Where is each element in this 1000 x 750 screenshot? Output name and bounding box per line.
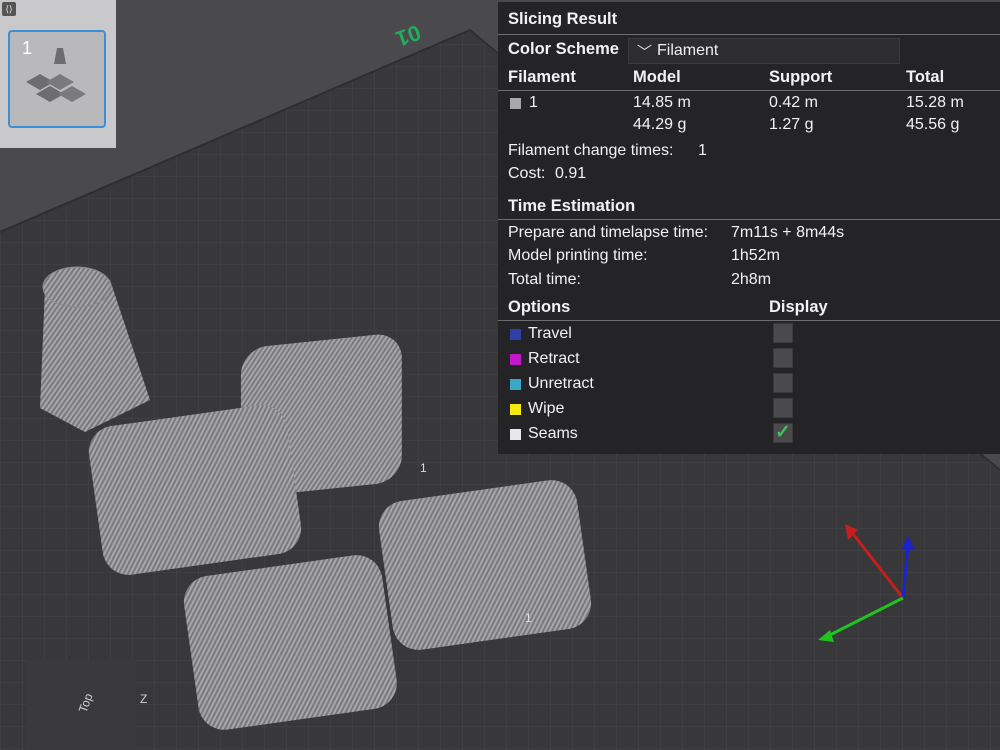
options-title: Options xyxy=(508,298,571,316)
checkmark-icon: ✓ xyxy=(775,422,791,443)
display-title: Display xyxy=(769,298,828,316)
option-seams-label: Seams xyxy=(528,425,578,442)
time-estimation-title: Time Estimation xyxy=(508,197,636,215)
col-filament: Filament xyxy=(508,68,576,86)
model-length: 14.85 m xyxy=(633,94,691,111)
wipe-swatch xyxy=(510,404,521,415)
option-retract-label: Retract xyxy=(528,350,580,367)
total-weight: 45.56 g xyxy=(906,116,960,133)
tile-right xyxy=(378,480,592,650)
total-length: 15.28 m xyxy=(906,94,964,111)
travel-swatch xyxy=(510,329,521,340)
option-wipe-checkbox[interactable] xyxy=(773,398,793,418)
collapse-icon[interactable]: ⟨⟩ xyxy=(2,2,16,16)
plate-thumbnail[interactable]: 1 xyxy=(8,30,106,128)
tile-left xyxy=(88,405,302,575)
option-unretract-checkbox[interactable] xyxy=(773,373,793,393)
total-time-label: Total time: xyxy=(508,271,581,288)
support-length: 0.42 m xyxy=(769,94,818,111)
unretract-swatch xyxy=(510,379,521,390)
model-label: 1 xyxy=(525,611,532,625)
view-cube-axis-label: Z xyxy=(140,692,148,706)
model-time-label: Model printing time: xyxy=(508,247,648,264)
prepare-time-label: Prepare and timelapse time: xyxy=(508,224,709,241)
model-weight: 44.29 g xyxy=(633,116,687,133)
filament-change-value: 1 xyxy=(698,142,707,159)
prepare-time-value: 7m11s + 8m44s xyxy=(731,224,845,241)
plate-preview-icon xyxy=(26,48,86,102)
total-time-value: 2h8m xyxy=(731,271,772,288)
color-scheme-label: Color Scheme xyxy=(508,40,619,58)
col-model: Model xyxy=(633,68,681,86)
color-scheme-value: Filament xyxy=(657,42,719,59)
option-seams-checkbox[interactable]: ✓ xyxy=(773,422,793,443)
option-travel-label: Travel xyxy=(528,325,572,342)
option-wipe-label: Wipe xyxy=(528,400,565,417)
option-travel-checkbox[interactable] xyxy=(773,323,793,343)
slicing-result-panel: Slicing Result Color Scheme ﹀ Filament F… xyxy=(498,2,1000,454)
plate-thumbnail-strip: ⟨⟩ 1 xyxy=(0,0,116,148)
color-scheme-dropdown[interactable]: ﹀ Filament xyxy=(628,38,900,64)
model-time-value: 1h52m xyxy=(731,247,780,264)
tile-bottom xyxy=(183,555,397,730)
cost-value: 0.91 xyxy=(555,165,587,182)
view-cube[interactable]: Top Z xyxy=(26,660,147,750)
view-cube-top-label: Top xyxy=(75,691,96,715)
support-weight: 1.27 g xyxy=(769,116,814,133)
filament-change-label: Filament change times: xyxy=(508,142,674,159)
retract-swatch xyxy=(510,354,521,365)
model-label: 1 xyxy=(420,461,427,475)
cost-label: Cost: xyxy=(508,165,546,182)
filament-color-swatch xyxy=(510,98,521,109)
seams-swatch xyxy=(510,429,521,440)
col-support: Support xyxy=(769,68,833,86)
col-total: Total xyxy=(906,68,945,86)
filament-id: 1 xyxy=(529,94,538,111)
panel-title: Slicing Result xyxy=(508,10,618,28)
chevron-down-icon: ﹀ xyxy=(637,44,653,61)
option-retract-checkbox[interactable] xyxy=(773,348,793,368)
option-unretract-label: Unretract xyxy=(528,375,594,392)
